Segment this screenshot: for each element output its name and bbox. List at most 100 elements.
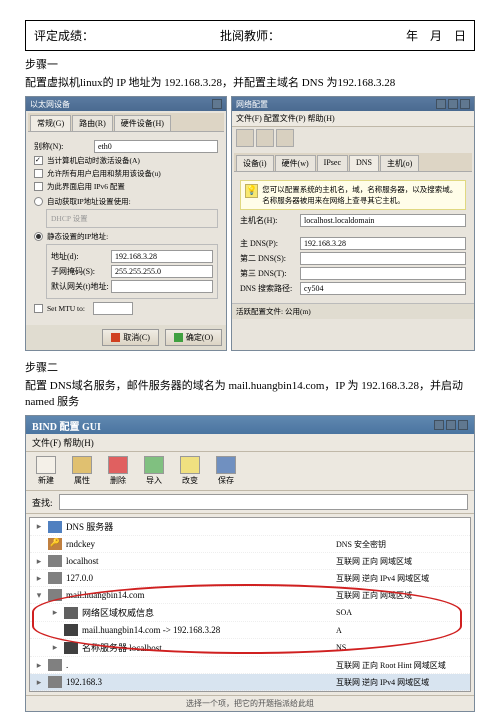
step1-title: 步骤一 [25,56,475,72]
tool-属性[interactable]: 属性 [68,456,96,486]
primary-dns-input[interactable]: 192.168.3.28 [300,237,466,250]
list-item[interactable]: ▸DNS 服务器 [30,518,470,536]
ethernet-window: 以太网设备 常规(G) 路由(R) 硬件设备(H) 别称(N): eth0 当计… [25,96,227,351]
close-icon[interactable] [458,420,468,430]
copy-icon[interactable] [276,129,294,147]
zone-icon [64,624,78,636]
expand-icon[interactable]: ▸ [34,521,44,532]
expand-icon[interactable]: ▸ [34,660,44,671]
radio-dhcp[interactable] [34,197,43,206]
zone-name: mail.huangbin14.com -> 192.168.3.28 [82,625,336,635]
tab-ipsec[interactable]: IPsec [317,155,348,171]
step1-desc: 配置虚拟机linux的 IP 地址为 192.168.3.28，并配置主域名 D… [25,74,475,90]
cb-activate-on-boot[interactable] [34,156,43,165]
zone-type: 互联网 正向 网域区域 [336,590,466,601]
list-item[interactable]: ▸.互联网 正向 Root Hint 网域区域 [30,657,470,674]
list-item[interactable]: ▸网络区域权威信息SOA [30,604,470,622]
nickname-input[interactable]: eth0 [94,140,218,153]
tab-hardware[interactable]: 硬件(w) [275,155,316,171]
tool-导入[interactable]: 导入 [140,456,168,486]
step2-title: 步骤二 [25,359,475,375]
eth-title: 以太网设备 [30,99,70,110]
cb-set-mtu[interactable] [34,304,43,313]
close-icon[interactable] [460,99,470,109]
mtu-input[interactable] [93,302,133,315]
net-menubar[interactable]: 文件(F) 配置文件(P) 帮助(H) [232,111,474,127]
cb-allow-all-users[interactable] [34,169,43,178]
cancel-icon [111,333,120,342]
list-item[interactable]: ▸127.0.0互联网 逆向 IPv4 网域区域 [30,570,470,587]
hostname-input[interactable]: localhost.localdomain [300,214,466,227]
expand-icon[interactable]: ▾ [34,590,44,601]
tool-新建[interactable]: 新建 [32,456,60,486]
zone-type: 互联网 逆向 IPv4 网域区域 [336,573,466,584]
ok-button[interactable]: 确定(O) [165,329,222,346]
save-icon[interactable] [256,129,274,147]
date-labels: 年 月 日 [406,27,466,44]
tab-route[interactable]: 路由(R) [72,115,113,131]
zone-list: ▸DNS 服务器🔑rndckeyDNS 安全密钥▸localhost互联网 正向… [29,517,471,692]
netmask-input[interactable]: 255.255.255.0 [111,265,213,278]
netconfig-window: 网络配置 文件(F) 配置文件(P) 帮助(H) 设备(i) 硬件(w) IPs… [231,96,475,351]
minimize-icon[interactable] [436,99,446,109]
close-icon[interactable] [212,99,222,109]
net-status: 活跃配置文件: 公用(m) [232,303,474,319]
list-item[interactable]: ▸localhost互联网 正向 网域区域 [30,553,470,570]
tab-hosts[interactable]: 主机(o) [380,155,419,171]
list-item[interactable]: mail.huangbin14.com -> 192.168.3.28A [30,622,470,639]
zone-name: 网络区域权威信息 [82,606,336,619]
zone-type: 互联网 逆向 IPv4 网域区域 [336,677,466,688]
nickname-label: 别称(N): [34,141,94,152]
expand-icon[interactable]: ▸ [50,642,60,653]
net-title: 网络配置 [236,99,268,110]
search-input[interactable] [59,494,468,510]
expand-icon[interactable]: ▸ [50,607,60,618]
info-icon: 💡 [245,184,258,198]
eth-tabs: 常规(G) 路由(R) 硬件设备(H) [28,113,224,132]
bind-status: 选择一个项，把它的开题指派给此组 [26,695,474,711]
minimize-icon[interactable] [434,420,444,430]
list-item[interactable]: 🔑rndckeyDNS 安全密钥 [30,536,470,553]
zone-icon [48,589,62,601]
zone-icon [64,607,78,619]
zone-name: rndckey [66,539,336,549]
tool-改变[interactable]: 改变 [176,456,204,486]
expand-icon[interactable]: ▸ [34,556,44,567]
radio-static[interactable] [34,232,43,241]
list-item[interactable]: ▸192.168.3互联网 逆向 IPv4 网域区域 [30,674,470,691]
tab-general[interactable]: 常规(G) [30,115,71,131]
tab-hardware[interactable]: 硬件设备(H) [114,115,171,131]
cancel-button[interactable]: 取消(C) [102,329,159,346]
tab-dns[interactable]: DNS [349,155,379,171]
ip-address-input[interactable]: 192.168.3.28 [111,250,213,263]
zone-icon [48,572,62,584]
zone-icon [48,555,62,567]
zone-type: A [336,626,466,635]
zone-name: 名称服务器 localhost [82,641,336,654]
new-icon[interactable] [236,129,254,147]
tool-保存[interactable]: 保存 [212,456,240,486]
ok-icon [174,333,183,342]
dns-search-input[interactable]: cy504 [300,282,466,295]
grading-header: 评定成绩： 批阅教师： 年 月 日 [25,20,475,51]
list-item[interactable]: ▾mail.huangbin14.com互联网 正向 网域区域 [30,587,470,604]
zone-type: 互联网 正向 网域区域 [336,556,466,567]
cb-ipv6[interactable] [34,182,43,191]
zone-icon [64,642,78,654]
tool-删除[interactable]: 删除 [104,456,132,486]
maximize-icon[interactable] [446,420,456,430]
tertiary-dns-input[interactable] [300,267,466,280]
bind-toolbar: 新建属性删除导入改变保存 [26,452,474,491]
expand-icon[interactable]: ▸ [34,677,44,688]
list-item[interactable]: ▸名称服务器 localhostNS [30,639,470,657]
secondary-dns-input[interactable] [300,252,466,265]
zone-name: . [66,660,336,670]
tab-devices[interactable]: 设备(i) [236,155,274,171]
maximize-icon[interactable] [448,99,458,109]
bind-menubar[interactable]: 文件(F) 帮助(H) [26,434,474,452]
gateway-input[interactable] [111,280,213,293]
zone-icon [48,676,62,688]
expand-icon[interactable]: ▸ [34,573,44,584]
zone-icon: 🔑 [48,538,62,550]
bind-window: BIND 配置 GUI 文件(F) 帮助(H) 新建属性删除导入改变保存 查找:… [25,415,475,712]
